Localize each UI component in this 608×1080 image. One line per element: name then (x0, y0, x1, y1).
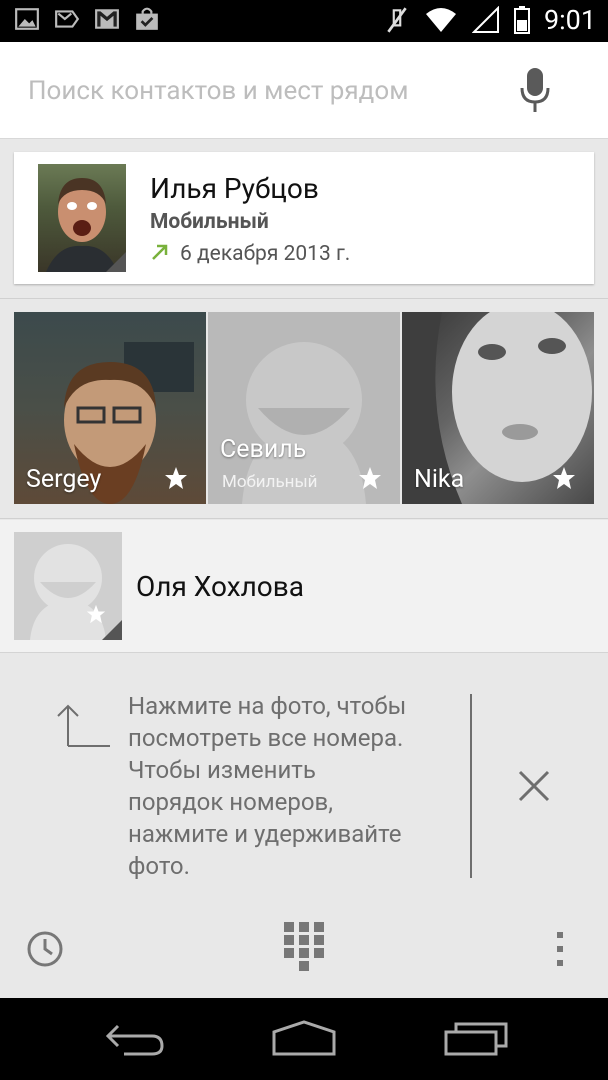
hint-line: фото. (128, 852, 190, 880)
search-input[interactable]: Поиск контактов и мест рядом (28, 76, 408, 106)
favorites-grid: Sergey Севиль Мобильный Nika (14, 312, 594, 504)
recent-call-date: 6 декабря 2013 г. (180, 242, 351, 266)
navigation-bar (0, 998, 608, 1080)
divider (470, 694, 472, 878)
hint-line: Нажмите на фото, чтобы (128, 692, 407, 720)
action-bar (0, 898, 608, 998)
dialpad-icon[interactable] (282, 920, 326, 976)
close-icon[interactable] (516, 768, 552, 804)
hint-line: Чтобы изменить (128, 756, 316, 784)
star-icon (553, 467, 575, 489)
hint-line: порядок номеров, (128, 788, 333, 816)
recent-caller-name: Илья Рубцов (150, 172, 319, 205)
avatar[interactable] (38, 164, 126, 272)
star-icon (165, 467, 187, 489)
mic-icon[interactable] (518, 68, 552, 114)
status-system: 9:01 (384, 4, 596, 36)
avatar[interactable] (14, 532, 122, 640)
gallery-icon (15, 8, 39, 30)
favorite-tile-sevil[interactable]: Севиль Мобильный (208, 312, 400, 504)
divider (0, 518, 608, 519)
favorite-name: Севиль (220, 435, 307, 464)
signal-icon (471, 6, 499, 33)
quick-contact-corner (102, 620, 122, 640)
silent-icon (387, 7, 407, 33)
divider (0, 298, 608, 299)
contact-row[interactable]: Оля Хохлова (0, 520, 608, 653)
favorite-tile-sergey[interactable]: Sergey (14, 312, 206, 504)
home-icon[interactable] (272, 1018, 336, 1058)
recent-apps-icon[interactable] (444, 1018, 508, 1058)
hint-panel: Нажмите на фото, чтобы посмотреть все но… (0, 654, 608, 898)
favorite-number-type: Мобильный (222, 472, 318, 492)
battery-icon (513, 6, 530, 34)
status-time: 9:01 (543, 4, 596, 36)
history-icon[interactable] (26, 930, 64, 968)
back-icon[interactable] (104, 1018, 166, 1058)
wifi-icon (425, 8, 456, 32)
shopping-bag-icon (136, 7, 158, 30)
hint-text: Нажмите на фото, чтобы посмотреть все но… (128, 690, 458, 882)
hint-line: нажмите и удерживайте (128, 820, 402, 848)
contact-name: Оля Хохлова (136, 570, 304, 603)
outgoing-call-icon (152, 244, 168, 260)
quick-contact-corner (106, 252, 126, 272)
status-bar: 9:01 (0, 0, 608, 42)
gmail-icon (95, 9, 119, 29)
corner-arrow-icon (57, 704, 110, 747)
recent-call-card[interactable]: Илья Рубцов Мобильный 6 декабря 2013 г. (14, 152, 594, 284)
star-icon (359, 467, 381, 489)
recent-call-type: Мобильный (150, 210, 269, 234)
overflow-menu-icon[interactable] (554, 930, 566, 968)
hint-line: посмотреть все номера. (128, 724, 404, 752)
favorite-tile-nika[interactable]: Nika (402, 312, 594, 504)
status-notifications (14, 6, 160, 32)
search-bar[interactable]: Поиск контактов и мест рядом (0, 42, 608, 139)
favorite-name: Nika (414, 465, 465, 494)
favorite-name: Sergey (26, 465, 102, 494)
message-tag-icon (55, 10, 80, 28)
